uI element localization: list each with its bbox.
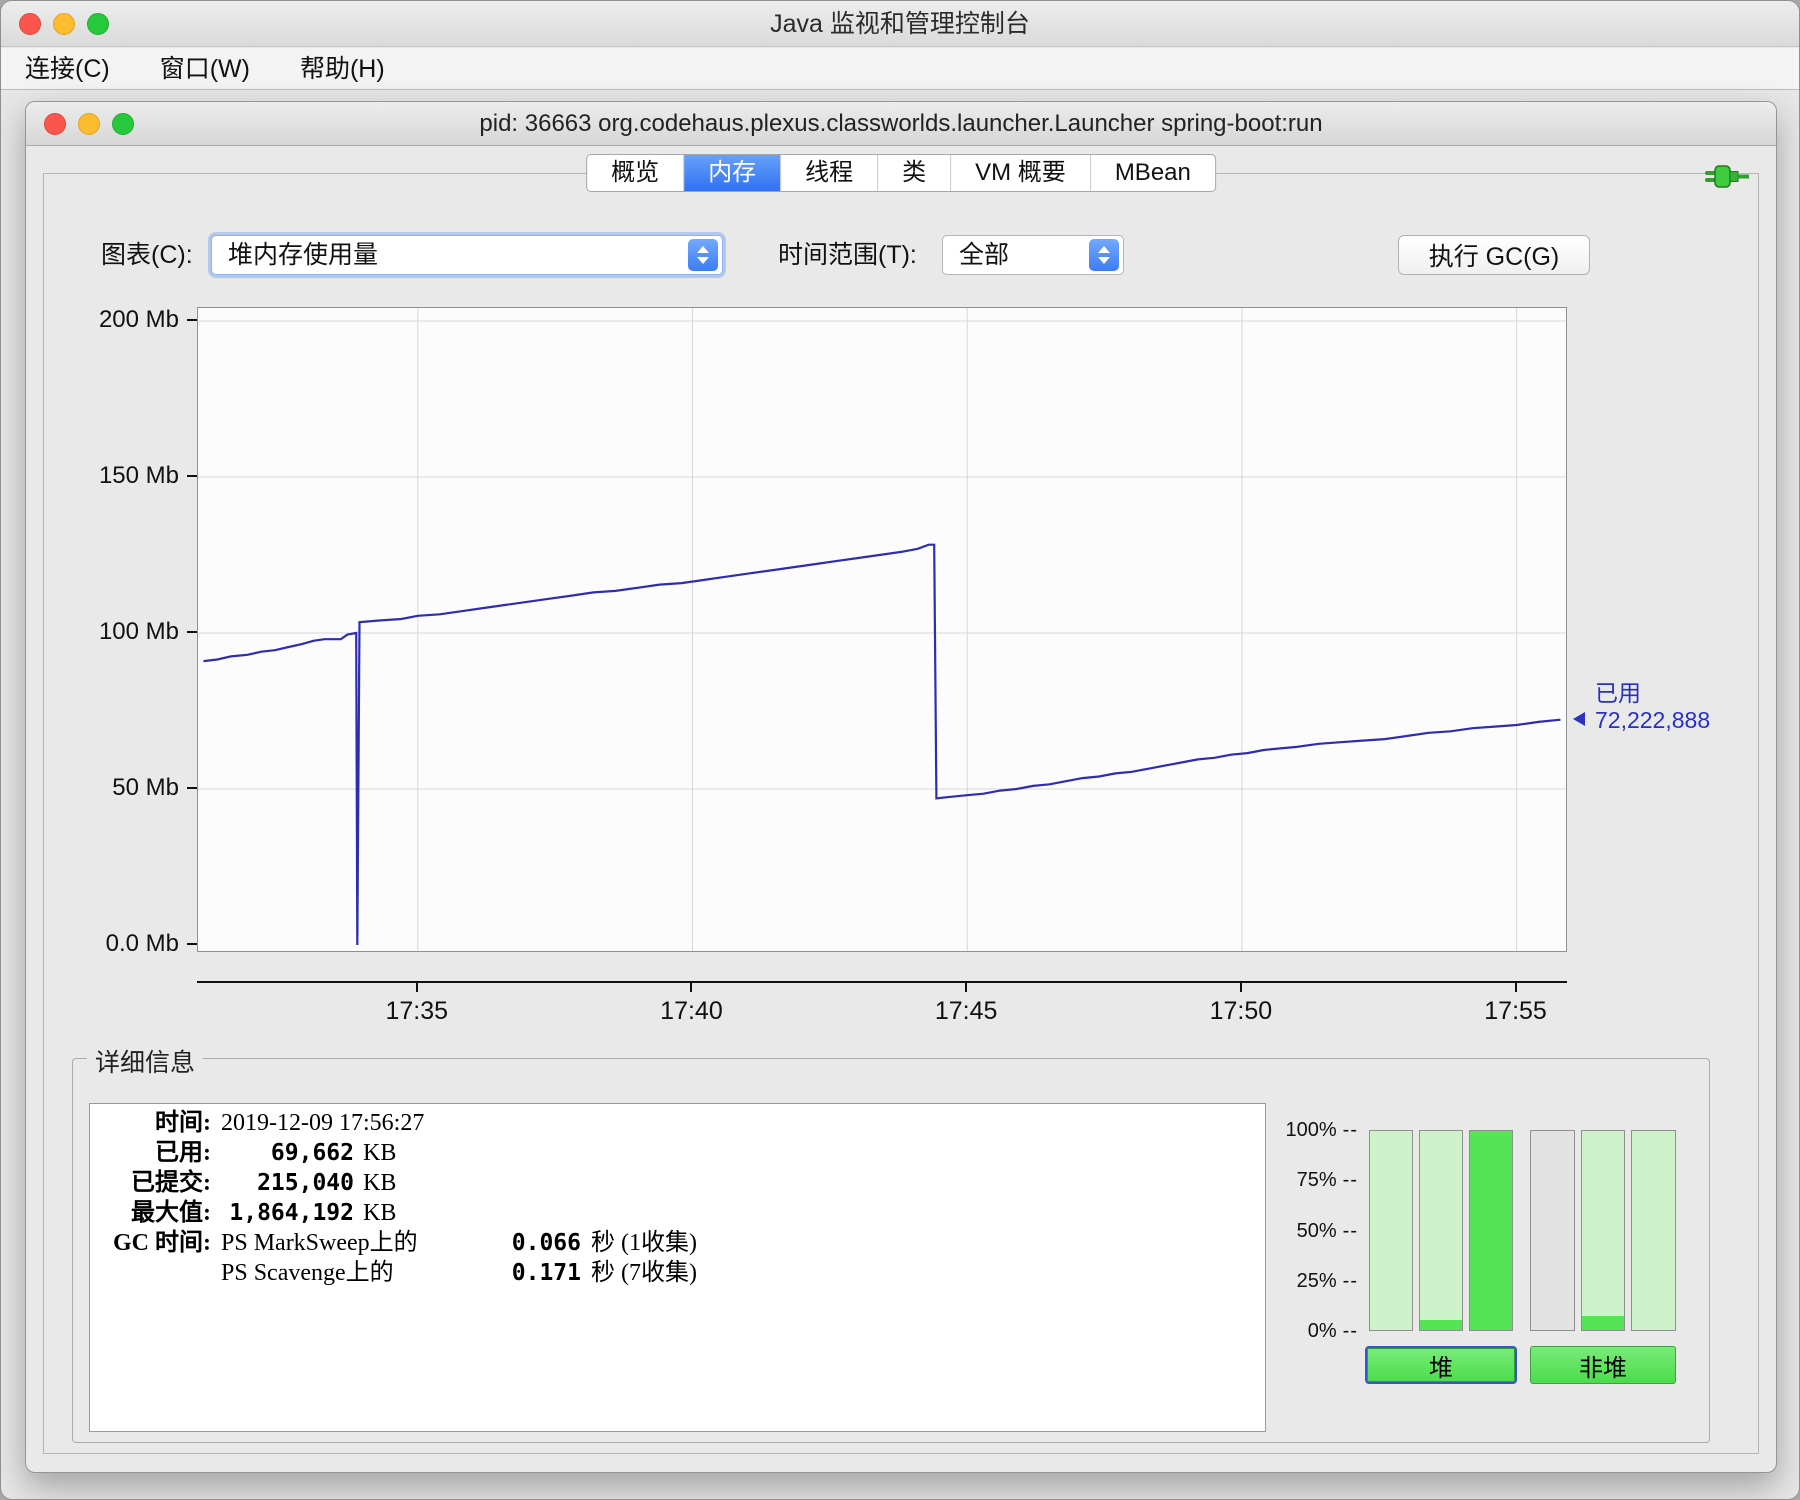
- detail-row-gc-scavenge: PS Scavenge上的 0.171 秒 (7收集): [221, 1260, 697, 1286]
- y-axis-tick: [187, 475, 197, 477]
- chart-select-label: 图表(C):: [101, 241, 193, 269]
- x-axis-label: 17:35: [385, 997, 449, 1025]
- chart-type-value: 堆内存使用量: [228, 241, 379, 269]
- detail-row-used: 已用: 69,662 KB: [155, 1140, 397, 1166]
- chart-type-select[interactable]: 堆内存使用量: [211, 235, 723, 275]
- x-axis-label: 17:40: [660, 997, 723, 1025]
- time-range-select[interactable]: 全部: [942, 235, 1124, 275]
- x-axis-tick: [965, 983, 968, 992]
- x-axis: 17:35 17:40 17:45 17:50 17:55: [197, 981, 1567, 1041]
- tab-bar: 概览 内存 线程 类 VM 概要 MBean: [586, 154, 1216, 192]
- menu-window[interactable]: 窗口(W): [144, 49, 266, 89]
- detail-row-time: 时间: 2019-12-09 17:56:27: [155, 1110, 425, 1136]
- y-axis-tick: [187, 943, 197, 945]
- y-axis-label: 150 Mb: [98, 462, 179, 489]
- y-axis-tick: [187, 319, 197, 321]
- heap-usage-chart: [197, 307, 1567, 952]
- y-axis-label: 50 Mb: [112, 774, 179, 801]
- details-legend: 详细信息: [87, 1043, 204, 1079]
- heap-pool-bar: [1469, 1130, 1513, 1331]
- y-axis-label: 0.0 Mb: [105, 930, 179, 957]
- x-axis-tick: [415, 983, 418, 992]
- inner-window-title: pid: 36663 org.codehaus.plexus.classworl…: [479, 110, 1323, 137]
- tab-overview[interactable]: 概览: [587, 155, 683, 191]
- x-axis-label: 17:45: [934, 997, 998, 1025]
- chart-controls: 图表(C): 堆内存使用量 时间范围(T): 全部 执行 GC(G): [26, 235, 1776, 275]
- outer-titlebar: Java 监视和管理控制台: [1, 1, 1799, 47]
- heap-button[interactable]: 堆: [1365, 1346, 1517, 1384]
- tab-threads[interactable]: 线程: [780, 155, 877, 191]
- y-axis-tick: [187, 787, 197, 789]
- x-axis-label: 17:50: [1209, 997, 1273, 1025]
- nonheap-pool-bars: [1530, 1130, 1677, 1331]
- y-axis: 0.0 Mb 50 Mb 100 Mb 150 Mb 200 Mb: [46, 306, 197, 957]
- tab-vm-summary[interactable]: VM 概要: [950, 155, 1090, 191]
- x-axis-tick: [1239, 983, 1242, 992]
- annotation-arrow-icon: [1573, 711, 1585, 726]
- y-axis-tick: [187, 631, 197, 633]
- heap-usage-plot: [198, 308, 1566, 951]
- menu-connection[interactable]: 连接(C): [9, 49, 126, 89]
- detail-row-committed: 已提交: 215,040 KB: [131, 1170, 397, 1196]
- nonheap-pool-bar: [1530, 1130, 1575, 1331]
- detail-row-max: 最大值: 1,864,192 KB: [131, 1200, 397, 1226]
- time-range-value: 全部: [959, 241, 1010, 269]
- nonheap-button[interactable]: 非堆: [1530, 1346, 1676, 1384]
- y-axis-label: 100 Mb: [98, 618, 179, 645]
- connection-frame: pid: 36663 org.codehaus.plexus.classworl…: [25, 101, 1777, 1473]
- heap-pool-bar: [1419, 1130, 1463, 1331]
- menu-help[interactable]: 帮助(H): [284, 49, 401, 89]
- chevron-updown-icon: [688, 239, 718, 271]
- tab-mbean[interactable]: MBean: [1089, 155, 1215, 191]
- tab-classes[interactable]: 类: [877, 155, 950, 191]
- menubar: 连接(C) 窗口(W) 帮助(H): [1, 48, 1799, 90]
- tab-memory[interactable]: 内存: [683, 155, 781, 191]
- memory-tab-content: 概览 内存 线程 类 VM 概要 MBean 图表(C): 堆内存使用量 时间范…: [26, 146, 1776, 1472]
- x-axis-label: 17:55: [1484, 997, 1547, 1025]
- gauge-scale-0: 0% --: [1307, 1320, 1358, 1342]
- gauge-scale-50: 50% --: [1296, 1220, 1358, 1242]
- y-axis-label: 200 Mb: [98, 306, 179, 333]
- memory-gauges: 100% -- 75% -- 50% -- 25% -- 0% -- 堆 非堆: [1253, 1119, 1698, 1400]
- details-groupbox: 详细信息 时间: 2019-12-09 17:56:27 已用: 69,662 …: [72, 1043, 1710, 1443]
- inner-titlebar: pid: 36663 org.codehaus.plexus.classworl…: [26, 102, 1776, 146]
- nonheap-pool-bar: [1631, 1130, 1677, 1331]
- nonheap-pool-bar: [1580, 1130, 1626, 1331]
- annotation-label: 已用: [1595, 679, 1641, 706]
- annotation-value: 72,222,888: [1595, 706, 1711, 733]
- window-title: Java 监视和管理控制台: [770, 10, 1030, 38]
- jconsole-window: Java 监视和管理控制台 连接(C) 窗口(W) 帮助(H) pid: 366…: [0, 0, 1800, 1500]
- heap-pool-bars: [1369, 1130, 1513, 1331]
- details-panel: 时间: 2019-12-09 17:56:27 已用: 69,662 KB 已提…: [89, 1103, 1266, 1432]
- perform-gc-button[interactable]: 执行 GC(G): [1398, 235, 1590, 275]
- x-axis-tick: [690, 983, 693, 992]
- x-axis-tick: [1514, 983, 1517, 992]
- used-memory-annotation: 已用 72,222,888: [1573, 680, 1743, 736]
- gauge-scale-25: 25% --: [1296, 1270, 1358, 1292]
- time-range-label: 时间范围(T):: [778, 241, 917, 269]
- heap-pool-bar: [1369, 1130, 1413, 1331]
- connection-plug-icon[interactable]: [1704, 160, 1750, 197]
- gauge-scale-100: 100% --: [1285, 1119, 1358, 1141]
- gauge-scale-75: 75% --: [1296, 1169, 1358, 1191]
- chevron-updown-icon: [1089, 239, 1119, 271]
- detail-row-gc-marksweep: GC 时间: PS MarkSweep上的 0.066 秒 (1收集): [113, 1230, 697, 1256]
